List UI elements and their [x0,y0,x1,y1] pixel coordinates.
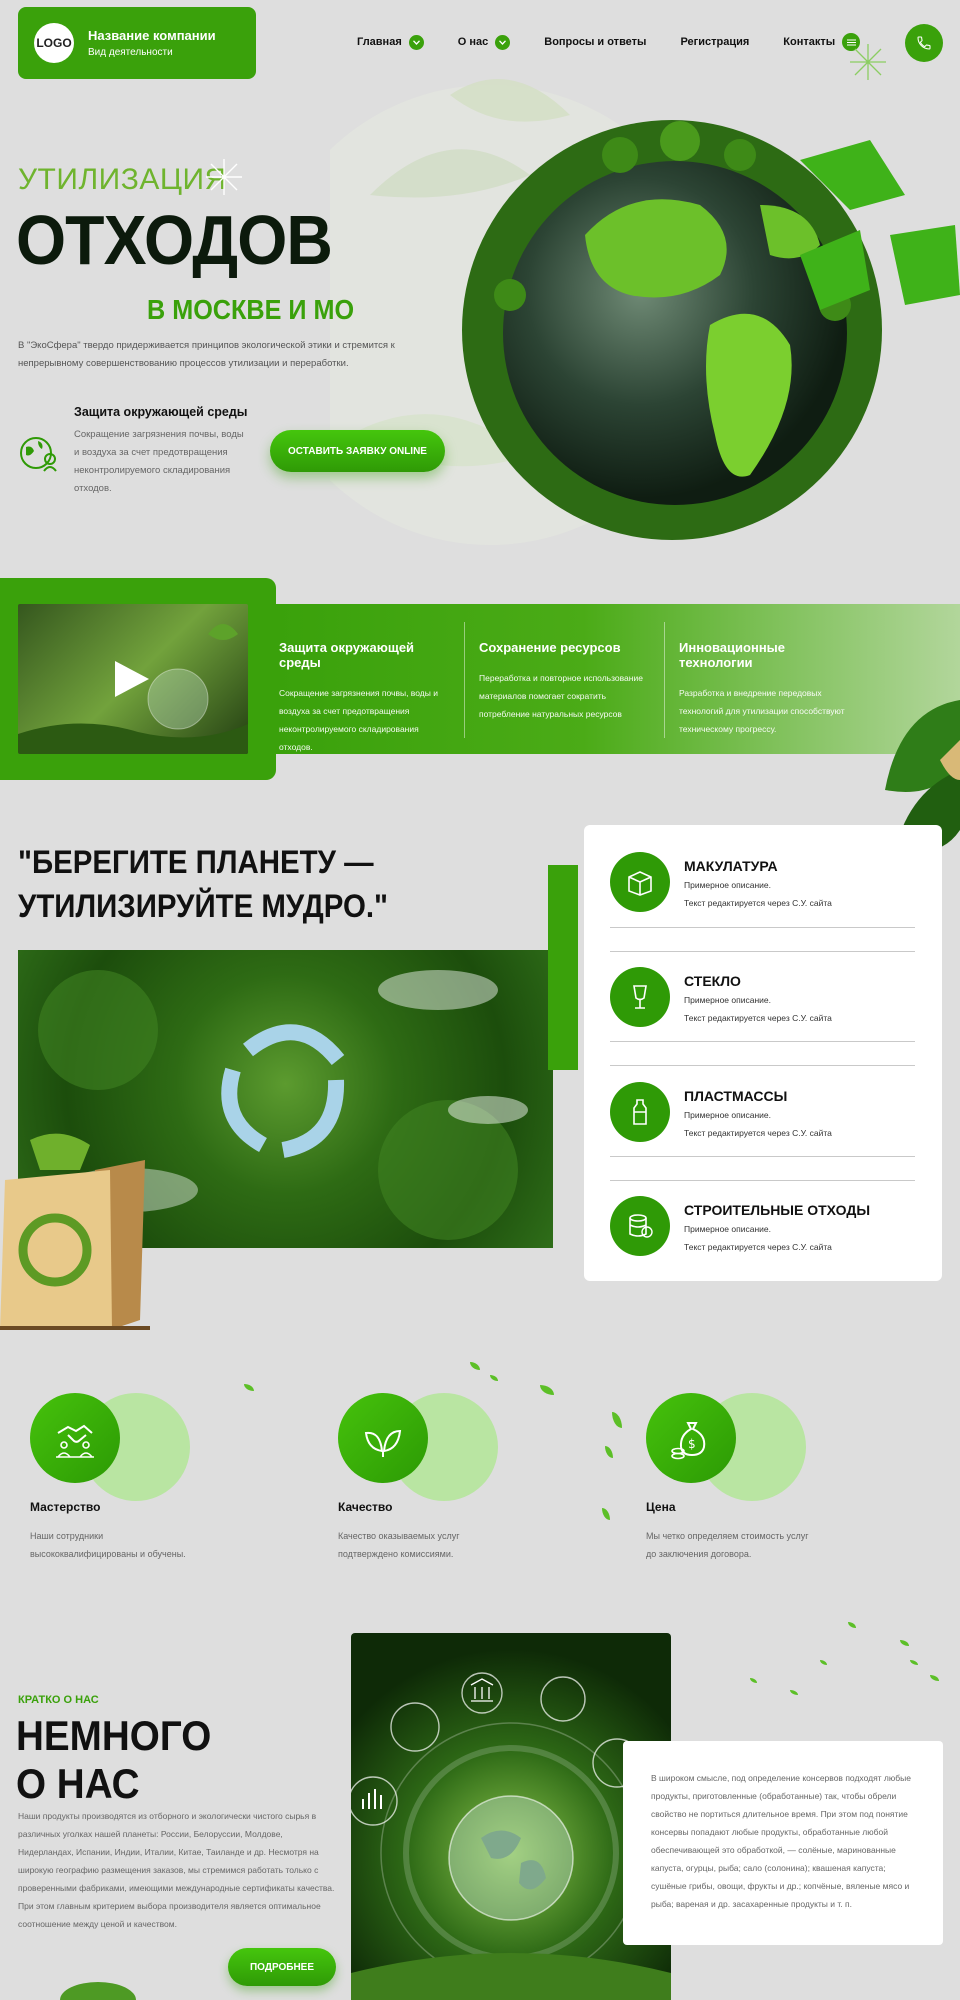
chevron-down-icon[interactable] [408,34,424,50]
quote-heading: "БЕРЕГИТЕ ПЛАНЕТУ — УТИЛИЗИРУЙТЕ МУДРО." [18,840,388,928]
category-glass[interactable]: СТЕКЛО Примерное описание. Текст редакти… [610,967,915,1057]
leaf-icon [338,1393,428,1483]
feature-description: Сокращение загрязнения почвы, воды и воз… [279,688,438,752]
feature-description: Разработка и внедрение передовых техноло… [679,688,845,734]
category-title: СТРОИТЕЛЬНЫЕ ОТХОДЫ [684,1202,871,1218]
category-construction[interactable]: СТРОИТЕЛЬНЫЕ ОТХОДЫ Примерное описание. … [610,1196,915,1286]
advantage-description: Мы четко определяем стоимость услуг до з… [646,1531,809,1559]
advantage-title: Качество [338,1500,393,1514]
advantage-description: Наши сотрудники высококвалифицированы и … [30,1531,186,1559]
about-description: Наши продукты производятся из отборного … [18,1811,335,1929]
video-thumbnail[interactable] [18,604,248,754]
category-desc: Примерное описание. [684,1110,771,1120]
category-paper[interactable]: МАКУЛАТУРА Примерное описание. Текст ред… [610,852,915,942]
more-button[interactable]: ПОДРОБНЕЕ [228,1948,336,1986]
quote-line: УТИЛИЗИРУЙТЕ МУДРО." [18,888,388,924]
money-bag-icon: $ [646,1393,736,1483]
svg-text:$: $ [688,1437,696,1451]
about-text-card: В широком смысле, под определение консер… [623,1741,943,1945]
divider [610,927,915,928]
company-name: Название компании [88,28,216,43]
protection-title: Защита окружающей среды [74,405,248,419]
nav-item-register[interactable]: Регистрация [680,36,749,48]
category-note: Текст редактируется через С.У. сайта [684,1242,832,1252]
divider [610,951,915,952]
logo-badge: LOGO [34,23,74,63]
about-card-text: В широком смысле, под определение консер… [651,1773,911,1909]
advantage-description: Качество оказываемых услуг подтверждено … [338,1531,460,1559]
globe-partial-illustration [60,1982,136,2000]
category-note: Текст редактируется через С.У. сайта [684,1013,832,1023]
divider [610,1180,915,1181]
divider [610,1156,915,1157]
submit-request-button[interactable]: ОСТАВИТЬ ЗАЯВКУ ONLINE [270,430,445,472]
hero-title: ОТХОДОВ [16,201,333,279]
bottle-icon [610,1082,670,1142]
feature-title: Инновационные технологии [679,640,785,670]
category-note: Текст редактируется через С.У. сайта [684,898,832,908]
company-logo-block[interactable]: LOGO Название компании Вид деятельности [18,7,256,79]
category-desc: Примерное описание. [684,1224,771,1234]
advantage-title: Цена [646,1500,676,1514]
nav-label: Контакты [783,36,836,48]
about-title: НЕМНОГО О НАС [16,1712,211,1808]
nav-label: Регистрация [680,36,750,48]
box-icon [610,852,670,912]
quote-line: "БЕРЕГИТЕ ПЛАНЕТУ — [18,844,374,880]
feature-title: Сохранение ресурсов [479,640,621,655]
company-activity: Вид деятельности [88,47,173,58]
earth-recycle-illustration [330,79,960,545]
nav-item-faq[interactable]: Вопросы и ответы [544,36,646,48]
nav-item-about[interactable]: О нас [457,34,511,50]
divider [610,1041,915,1042]
feature-innovation: Инновационные технологии Разработка и вн… [679,640,854,738]
category-desc: Примерное описание. [684,995,771,1005]
about-title-line: О НАС [16,1760,140,1807]
phone-icon [917,36,931,50]
category-desc: Примерное описание. [684,880,771,890]
nav-label: Вопросы и ответы [544,36,647,48]
category-title: СТЕКЛО [684,973,741,989]
category-note: Текст редактируется через С.У. сайта [684,1128,832,1138]
category-title: ПЛАСТМАССЫ [684,1088,788,1104]
handshake-icon [30,1393,120,1483]
about-title-line: НЕМНОГО [16,1712,212,1759]
nav-item-home[interactable]: Главная [357,34,424,50]
nav-label: Главная [357,36,402,48]
sparkle-icon [206,159,242,195]
feature-environment: Защита окружающей среды Сокращение загря… [279,640,454,756]
barrel-icon [610,1196,670,1256]
accent-tab [548,865,578,1070]
feature-description: Переработка и повторное использование ма… [479,673,643,719]
recycle-bag-illustration [0,1133,150,1330]
hero-description: В "ЭкоСфера" твердо придерживается принц… [18,340,395,369]
category-title: МАКУЛАТУРА [684,858,778,874]
divider [610,1065,915,1066]
glass-icon [610,967,670,1027]
feature-resources: Сохранение ресурсов Переработка и повтор… [479,640,654,723]
chevron-down-icon[interactable] [495,34,511,50]
feature-title: Защита окружающей среды [279,640,415,670]
eco-planet-icon [20,437,57,472]
divider [464,622,465,738]
hero-subtitle: В МОСКВЕ И МО [147,294,355,325]
category-plastic[interactable]: ПЛАСТМАССЫ Примерное описание. Текст ред… [610,1082,915,1172]
play-icon[interactable] [111,659,151,699]
advantage-title: Мастерство [30,1500,101,1514]
nav-label: О нас [457,36,489,48]
protection-description: Сокращение загрязнения почвы, воды и воз… [74,429,244,494]
divider [664,622,665,738]
main-nav: Главная О нас Вопросы и ответы Регистрац… [357,33,894,51]
hero-kicker: УТИЛИЗАЦИЯ [18,163,227,196]
about-kicker: КРАТКО О НАС [18,1694,99,1706]
